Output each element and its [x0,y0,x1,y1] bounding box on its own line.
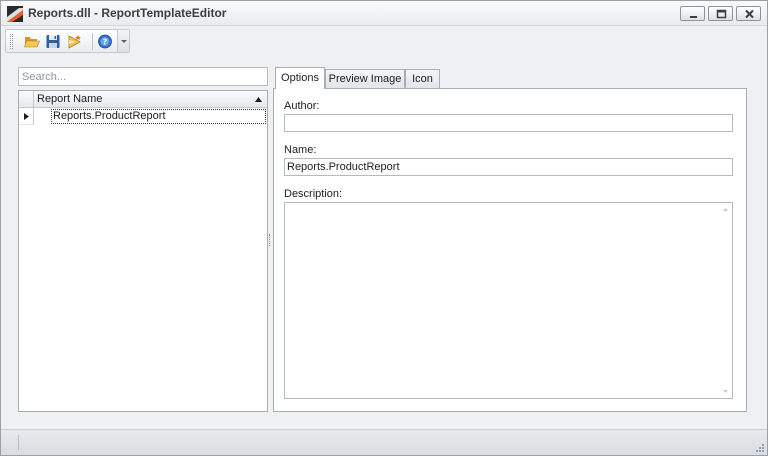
tab-icon[interactable]: Icon [405,69,440,89]
table-row[interactable]: Reports.ProductReport [19,108,267,125]
status-bar [1,429,767,455]
minimize-icon [690,16,697,18]
maximize-icon [716,9,727,19]
window-title: Reports.dll - ReportTemplateEditor [28,6,227,20]
report-template-editor-window: Reports.dll - ReportTemplateEditor ? Sea… [0,0,768,456]
name-label: Name: [284,144,317,156]
tab-options[interactable]: Options [275,67,325,89]
help-button[interactable]: ? [96,33,114,50]
main-toolbar: ? [5,29,130,53]
minimize-button[interactable] [680,6,705,21]
close-icon [745,9,754,19]
report-grid[interactable]: Report Name Reports.ProductReport [18,90,268,412]
row-pointer-icon [24,113,29,120]
report-list-panel: Report Name Reports.ProductReport [18,67,268,412]
description-scrollbar[interactable] [719,203,732,398]
toolbar-grip-handle[interactable] [10,34,13,49]
row-indicator [19,108,34,125]
author-field[interactable] [284,114,733,132]
description-label: Description: [284,188,343,200]
status-separator [18,435,19,450]
scroll-down-arrow-icon[interactable] [723,390,728,393]
window-controls [680,6,761,21]
open-button[interactable] [23,33,41,50]
grid-header: Report Name [19,91,267,108]
save-button[interactable] [44,33,62,50]
floppy-disk-icon [46,35,60,48]
description-field[interactable] [284,202,733,399]
folder-open-icon [24,37,40,48]
scroll-up-arrow-icon[interactable] [723,208,728,211]
search-input[interactable] [18,67,268,86]
author-label: Author: [284,100,320,112]
sort-ascending-icon [255,97,262,102]
publish-button[interactable] [66,33,84,50]
close-button[interactable] [736,6,761,21]
options-tab-panel: Author: Name: Description: [273,88,747,412]
wand-icon [68,35,81,49]
panel-splitter-handle[interactable] [269,234,272,246]
app-logo-icon [7,6,23,22]
chevron-down-icon [121,40,127,43]
toolbar-separator [92,33,93,50]
maximize-button[interactable] [708,6,733,21]
title-bar[interactable]: Reports.dll - ReportTemplateEditor [1,1,767,26]
name-field[interactable] [284,158,733,176]
tab-preview-image[interactable]: Preview Image [325,69,405,89]
help-circle-icon: ? [98,34,112,49]
svg-text:?: ? [103,38,108,47]
column-header-report-name[interactable]: Report Name [37,93,102,105]
toolbar-overflow-dropdown[interactable] [117,30,129,52]
report-name-cell[interactable]: Reports.ProductReport [51,109,266,124]
header-indicator-cell [19,91,34,108]
resize-grip-icon[interactable] [755,443,765,453]
